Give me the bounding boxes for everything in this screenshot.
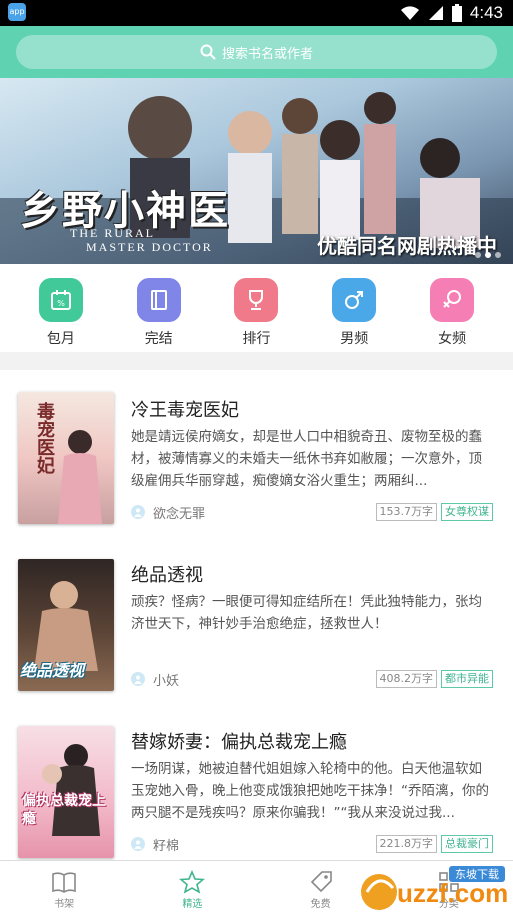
app-notification-icon: app	[8, 3, 26, 21]
tab-bookshelf[interactable]: 书架	[0, 861, 128, 920]
word-count-tag: 408.2万字	[375, 670, 437, 688]
banner-subtitle-line1: THE RURAL	[70, 226, 155, 240]
search-placeholder: 搜索书名或作者	[221, 46, 313, 62]
banner-dot[interactable]	[495, 252, 501, 258]
book-cover: 偏执总裁宠上瘾	[18, 726, 114, 858]
male-icon	[332, 278, 377, 322]
author-icon	[131, 672, 145, 686]
promo-banner[interactable]: 乡野小神医 THE RURAL MASTER DOCTOR 优酷同名网剧热播中	[0, 78, 513, 264]
search-bar[interactable]: 搜索书名或作者	[16, 35, 497, 69]
category-completed[interactable]: 完结	[124, 264, 194, 352]
watermark-brand: uzzf.com	[397, 878, 508, 908]
search-icon	[200, 44, 216, 60]
category-ranking[interactable]: 排行	[221, 264, 291, 352]
book-author: 籽棉	[153, 838, 180, 854]
category-label: 包月	[46, 331, 75, 347]
wifi-icon	[400, 6, 419, 20]
author-icon	[131, 837, 145, 851]
watermark-logo: uzzf.com 东坡下载	[361, 866, 508, 910]
header: 搜索书名或作者	[0, 26, 513, 78]
category-monthly[interactable]: % 包月	[26, 264, 96, 352]
tab-label: 精选	[182, 899, 203, 910]
book-item[interactable]: 绝品透视 绝品透视 顽疾？怪病？一眼便可得知症结所在！凭此独特能力，张均济世天下…	[0, 535, 513, 700]
genre-tag: 女尊权谋	[441, 503, 493, 521]
book-author: 欲念无罪	[153, 506, 206, 522]
book-cover: 毒宠医妃	[18, 392, 114, 524]
category-female[interactable]: 女频	[417, 264, 487, 352]
tab-featured[interactable]: 精选	[128, 861, 256, 920]
tab-label: 免费	[310, 899, 331, 910]
category-label: 排行	[242, 331, 271, 347]
category-shortcuts: % 包月 完结 排行 男频 女频	[0, 264, 513, 352]
status-icons: 4:43	[400, 3, 503, 23]
tag-icon	[308, 869, 334, 895]
trophy-icon	[234, 278, 279, 322]
book-icon	[136, 278, 181, 322]
banner-tagline: 优酷同名网剧热播中	[317, 234, 497, 258]
book-list: 毒宠医妃 冷王毒宠医妃 她是靖远侯府嫡女，却是世人口中相貌奇丑、废物至极的蠢材，…	[0, 370, 513, 860]
category-male[interactable]: 男频	[319, 264, 389, 352]
cover-title: 偏执总裁宠上瘾	[22, 793, 106, 827]
cover-figure	[58, 430, 102, 524]
author-icon	[131, 505, 145, 519]
book-cover: 绝品透视	[18, 559, 114, 691]
book-item[interactable]: 偏执总裁宠上瘾 替嫁娇妻：偏执总裁宠上瘾 一场阴谋，她被迫替代姐姐嫁入轮椅中的他…	[0, 700, 513, 860]
book-description: 她是靖远侯府嫡女，却是世人口中相貌奇丑、废物至极的蠢材，被薄情寡义的未婚夫一纸休…	[131, 429, 482, 489]
genre-tag: 总裁豪门	[441, 835, 493, 853]
banner-pagination[interactable]	[475, 252, 501, 258]
book-meta: 欲念无罪 153.7万字 女尊权谋	[131, 502, 493, 522]
book-item[interactable]: 毒宠医妃 冷王毒宠医妃 她是靖远侯府嫡女，却是世人口中相貌奇丑、废物至极的蠢材，…	[0, 370, 513, 535]
book-meta: 小妖 408.2万字 都市异能	[131, 669, 493, 689]
category-label: 女频	[438, 331, 467, 347]
word-count-tag: 221.8万字	[375, 835, 437, 853]
book-title: 绝品透视	[131, 565, 203, 586]
book-title: 替嫁娇妻：偏执总裁宠上瘾	[131, 732, 347, 753]
category-label: 男频	[340, 331, 369, 347]
category-label: 完结	[144, 331, 173, 347]
banner-subtitle-line2: MASTER DOCTOR	[86, 240, 213, 254]
battery-icon	[451, 4, 462, 22]
star-icon	[179, 869, 206, 895]
female-icon	[430, 278, 475, 322]
book-meta: 籽棉 221.8万字 总裁豪门	[131, 834, 493, 854]
calendar-icon: %	[38, 278, 83, 322]
svg-text:%: %	[57, 299, 65, 308]
book-description: 一场阴谋，她被迫替代姐姐嫁入轮椅中的他。白天他温软如玉宠她入骨，晚上他变成饿狼把…	[131, 761, 489, 821]
tab-label: 书架	[54, 899, 75, 910]
book-title: 冷王毒宠医妃	[131, 400, 239, 421]
book-open-icon	[51, 869, 77, 895]
status-time: 4:43	[469, 3, 503, 22]
banner-dot-active[interactable]	[485, 252, 491, 258]
word-count-tag: 153.7万字	[375, 503, 437, 521]
section-divider	[0, 352, 513, 370]
signal-icon	[428, 6, 443, 20]
banner-dot[interactable]	[475, 252, 481, 258]
book-author: 小妖	[153, 673, 180, 689]
book-description: 顽疾？怪病？一眼便可得知症结所在！凭此独特能力，张均济世天下，神针妙手治愈绝症，…	[131, 594, 482, 632]
watermark-label: 东坡下载	[455, 868, 499, 881]
status-bar: app 4:43	[0, 0, 513, 26]
cover-title: 绝品透视	[20, 661, 85, 680]
genre-tag: 都市异能	[441, 670, 493, 688]
